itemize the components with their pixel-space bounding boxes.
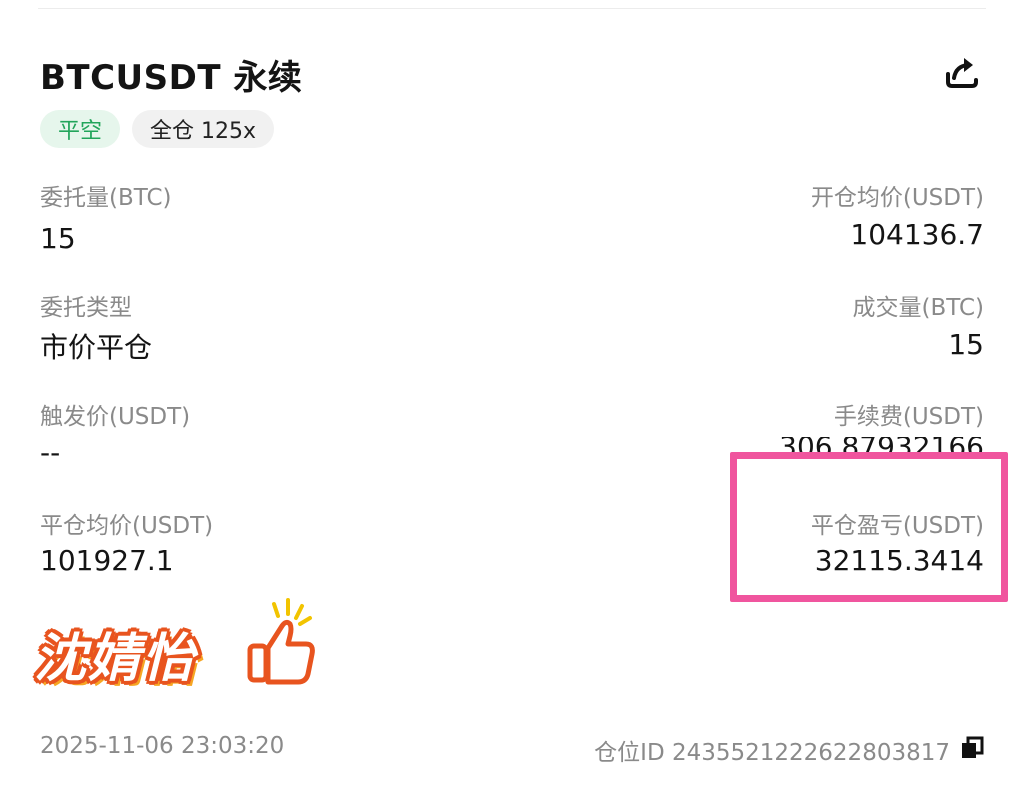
order-timestamp: 2025-11-06 23:03:20 xyxy=(40,733,285,759)
open-avg-label: 开仓均价(USDT) xyxy=(810,185,984,211)
copy-icon[interactable] xyxy=(960,736,984,760)
fee-label: 手续费(USDT) xyxy=(833,404,984,430)
contract-title: BTCUSDT 永续 xyxy=(40,58,303,98)
margin-badge: 全仓 125x xyxy=(132,110,275,148)
share-icon[interactable] xyxy=(944,52,980,90)
trigger-price-value: -- xyxy=(40,436,61,469)
filled-qty-value: 15 xyxy=(948,328,984,361)
position-id: 仓位ID 2435521222622803817 xyxy=(594,740,950,766)
open-avg-value: 104136.7 xyxy=(850,218,984,251)
pnl-highlight-box xyxy=(730,452,1008,602)
side-badge: 平空 xyxy=(40,110,121,148)
order-qty-label: 委托量(BTC) xyxy=(40,185,172,211)
order-type-value: 市价平仓 xyxy=(40,331,153,364)
trigger-price-label: 触发价(USDT) xyxy=(40,404,191,430)
top-divider xyxy=(38,8,986,9)
order-type-label: 委托类型 xyxy=(40,295,132,321)
close-avg-value: 101927.1 xyxy=(40,544,174,577)
order-qty-value: 15 xyxy=(40,222,76,255)
close-avg-label: 平仓均价(USDT) xyxy=(40,513,214,539)
name-sticker: 沈婧怡 xyxy=(34,629,197,689)
tag-row: 平空 全仓 125x xyxy=(40,110,275,148)
thumbs-up-icon xyxy=(247,598,315,685)
filled-qty-label: 成交量(BTC) xyxy=(852,295,985,321)
order-detail-page: BTCUSDT 永续 平空 全仓 125x 委托量(BTC) 15 开仓均价(U… xyxy=(0,0,1024,798)
